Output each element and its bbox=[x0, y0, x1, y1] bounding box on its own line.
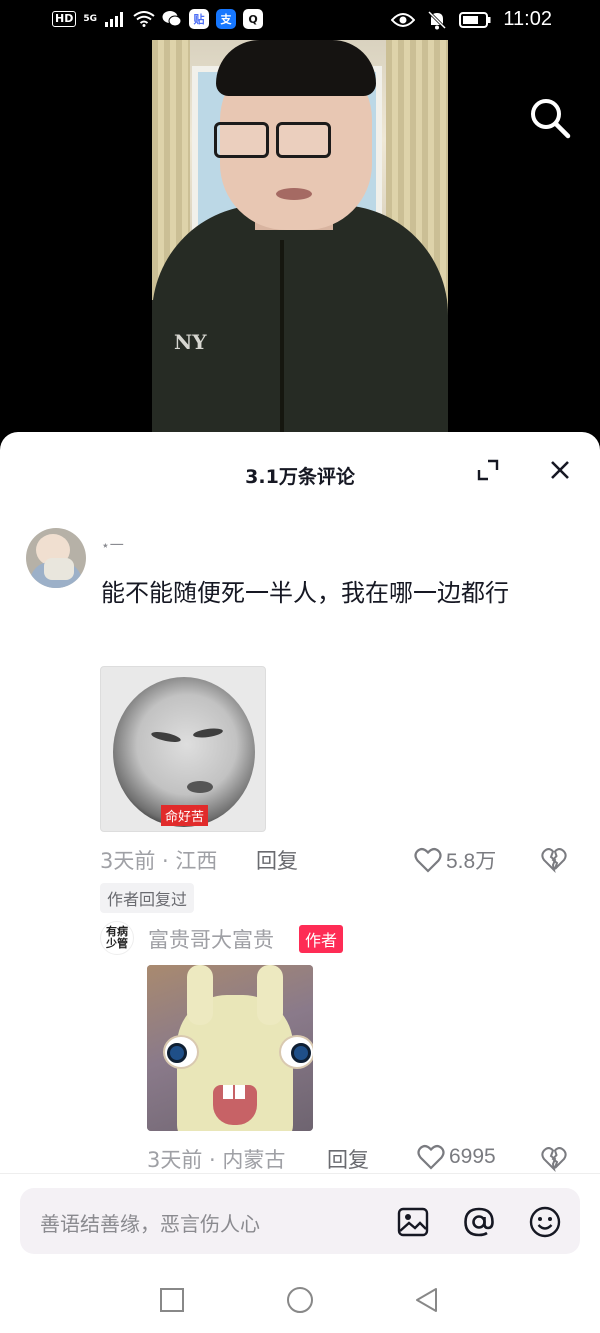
reply-button[interactable]: 回复 bbox=[256, 845, 298, 875]
rabbit-ear-left bbox=[187, 965, 213, 1025]
clock: 11:02 bbox=[503, 8, 552, 30]
video-jacket-zipper bbox=[280, 240, 284, 440]
rabbit-tooth-left bbox=[223, 1085, 233, 1099]
video-person-mouth bbox=[276, 188, 312, 200]
expand-icon[interactable] bbox=[476, 458, 500, 482]
reply-time-location: 3天前 · 内蒙古 bbox=[147, 1148, 286, 1172]
broken-heart-icon[interactable] bbox=[541, 847, 567, 873]
status-bar: HD 5G 贴 支 Q 11:02 bbox=[0, 0, 600, 40]
qq-app-icon: Q bbox=[243, 9, 263, 29]
comment-time-location: 3天前 · 江西 bbox=[100, 849, 218, 873]
broken-heart-icon[interactable] bbox=[541, 1146, 567, 1172]
comment-sticker-image[interactable]: 命好苦 bbox=[100, 666, 266, 832]
rabbit-pupil-right bbox=[291, 1043, 311, 1063]
sticker-eye-right bbox=[192, 726, 224, 740]
like-count: 5.8万 bbox=[446, 850, 497, 873]
network-type: 5G bbox=[83, 13, 97, 24]
home-circle-icon[interactable] bbox=[285, 1285, 315, 1315]
eye-icon bbox=[391, 12, 416, 27]
rabbit-mouth bbox=[213, 1085, 257, 1125]
system-nav-bar bbox=[0, 1267, 600, 1333]
back-triangle-icon[interactable] bbox=[412, 1285, 442, 1315]
status-right: 11:02 bbox=[391, 8, 552, 31]
commenter-username[interactable]: ⋆一 bbox=[101, 535, 124, 555]
reply-username[interactable]: 富贵哥大富贵 bbox=[148, 924, 274, 954]
sticker-rabbit-body bbox=[163, 965, 313, 1131]
tieba-app-icon: 贴 bbox=[189, 9, 209, 29]
image-icon[interactable] bbox=[396, 1205, 430, 1239]
reply-sticker-image[interactable] bbox=[147, 965, 313, 1131]
battery-icon bbox=[459, 11, 491, 28]
recents-square-icon[interactable] bbox=[157, 1285, 187, 1315]
rabbit-tooth-right bbox=[235, 1085, 245, 1099]
sticker-caption: 命好苦 bbox=[161, 805, 209, 826]
wifi-icon bbox=[133, 11, 155, 27]
heart-icon bbox=[417, 1145, 445, 1170]
bell-muted-icon bbox=[428, 10, 447, 29]
divider bbox=[0, 1173, 600, 1174]
heart-icon bbox=[414, 848, 442, 873]
author-replied-tag: 作者回复过 bbox=[100, 883, 195, 913]
video-player[interactable]: NY bbox=[0, 40, 600, 440]
comments-count-title: 3.1万条评论 bbox=[245, 466, 355, 488]
comment-input[interactable]: 善语结善缘，恶言伤人心 bbox=[20, 1188, 580, 1254]
like-button[interactable]: 5.8万 bbox=[414, 845, 496, 875]
rabbit-ear-right bbox=[257, 965, 283, 1025]
rabbit-eye-right bbox=[279, 1035, 313, 1069]
video-frame: NY bbox=[152, 40, 448, 440]
reply-meta-row: 3天前 · 内蒙古 回复 6995 bbox=[147, 1144, 580, 1174]
reply-like-button[interactable]: 6995 bbox=[417, 1144, 496, 1170]
video-person-glasses bbox=[214, 122, 344, 158]
rabbit-eye-left bbox=[163, 1035, 199, 1069]
emoji-icon[interactable] bbox=[528, 1205, 562, 1239]
avatar-pet bbox=[44, 558, 74, 580]
alipay-app-icon: 支 bbox=[216, 9, 236, 29]
glasses-lens-right bbox=[276, 122, 331, 158]
comment-input-bar: 善语结善缘，恶言伤人心 bbox=[0, 1177, 600, 1267]
author-badge: 作者 bbox=[299, 925, 344, 953]
search-icon[interactable] bbox=[528, 96, 572, 140]
close-icon[interactable] bbox=[548, 458, 572, 482]
rabbit-pupil-left bbox=[167, 1043, 187, 1063]
signal-icon bbox=[105, 12, 123, 27]
comment-text: 能不能随便死一半人，我在哪一边都行 bbox=[101, 579, 509, 607]
hd-indicator: HD bbox=[52, 11, 77, 27]
video-person-jacket bbox=[152, 205, 448, 440]
at-mention-icon[interactable] bbox=[462, 1205, 496, 1239]
sticker-mouth bbox=[187, 781, 213, 793]
comments-sheet: 3.1万条评论 ⋆一 能不能随便死一半人，我在哪一边都行 命好苦 3天前 · 江… bbox=[0, 432, 600, 1177]
reply-avatar[interactable]: 有病 少管 bbox=[100, 921, 134, 955]
comment-meta-row: 3天前 · 江西 回复 5.8万 bbox=[100, 845, 580, 875]
video-jacket-logo: NY bbox=[174, 330, 207, 354]
reply-reply-button[interactable]: 回复 bbox=[327, 1144, 369, 1174]
status-left: HD 5G 贴 支 Q bbox=[52, 9, 263, 29]
glasses-lens-left bbox=[214, 122, 269, 158]
comment-input-placeholder: 善语结善缘，恶言伤人心 bbox=[40, 1212, 260, 1236]
reply-like-count: 6995 bbox=[449, 1145, 496, 1168]
sticker-eye-left bbox=[150, 729, 182, 745]
video-person-hair bbox=[216, 40, 376, 96]
wechat-icon bbox=[162, 11, 182, 27]
commenter-avatar[interactable] bbox=[26, 528, 86, 588]
